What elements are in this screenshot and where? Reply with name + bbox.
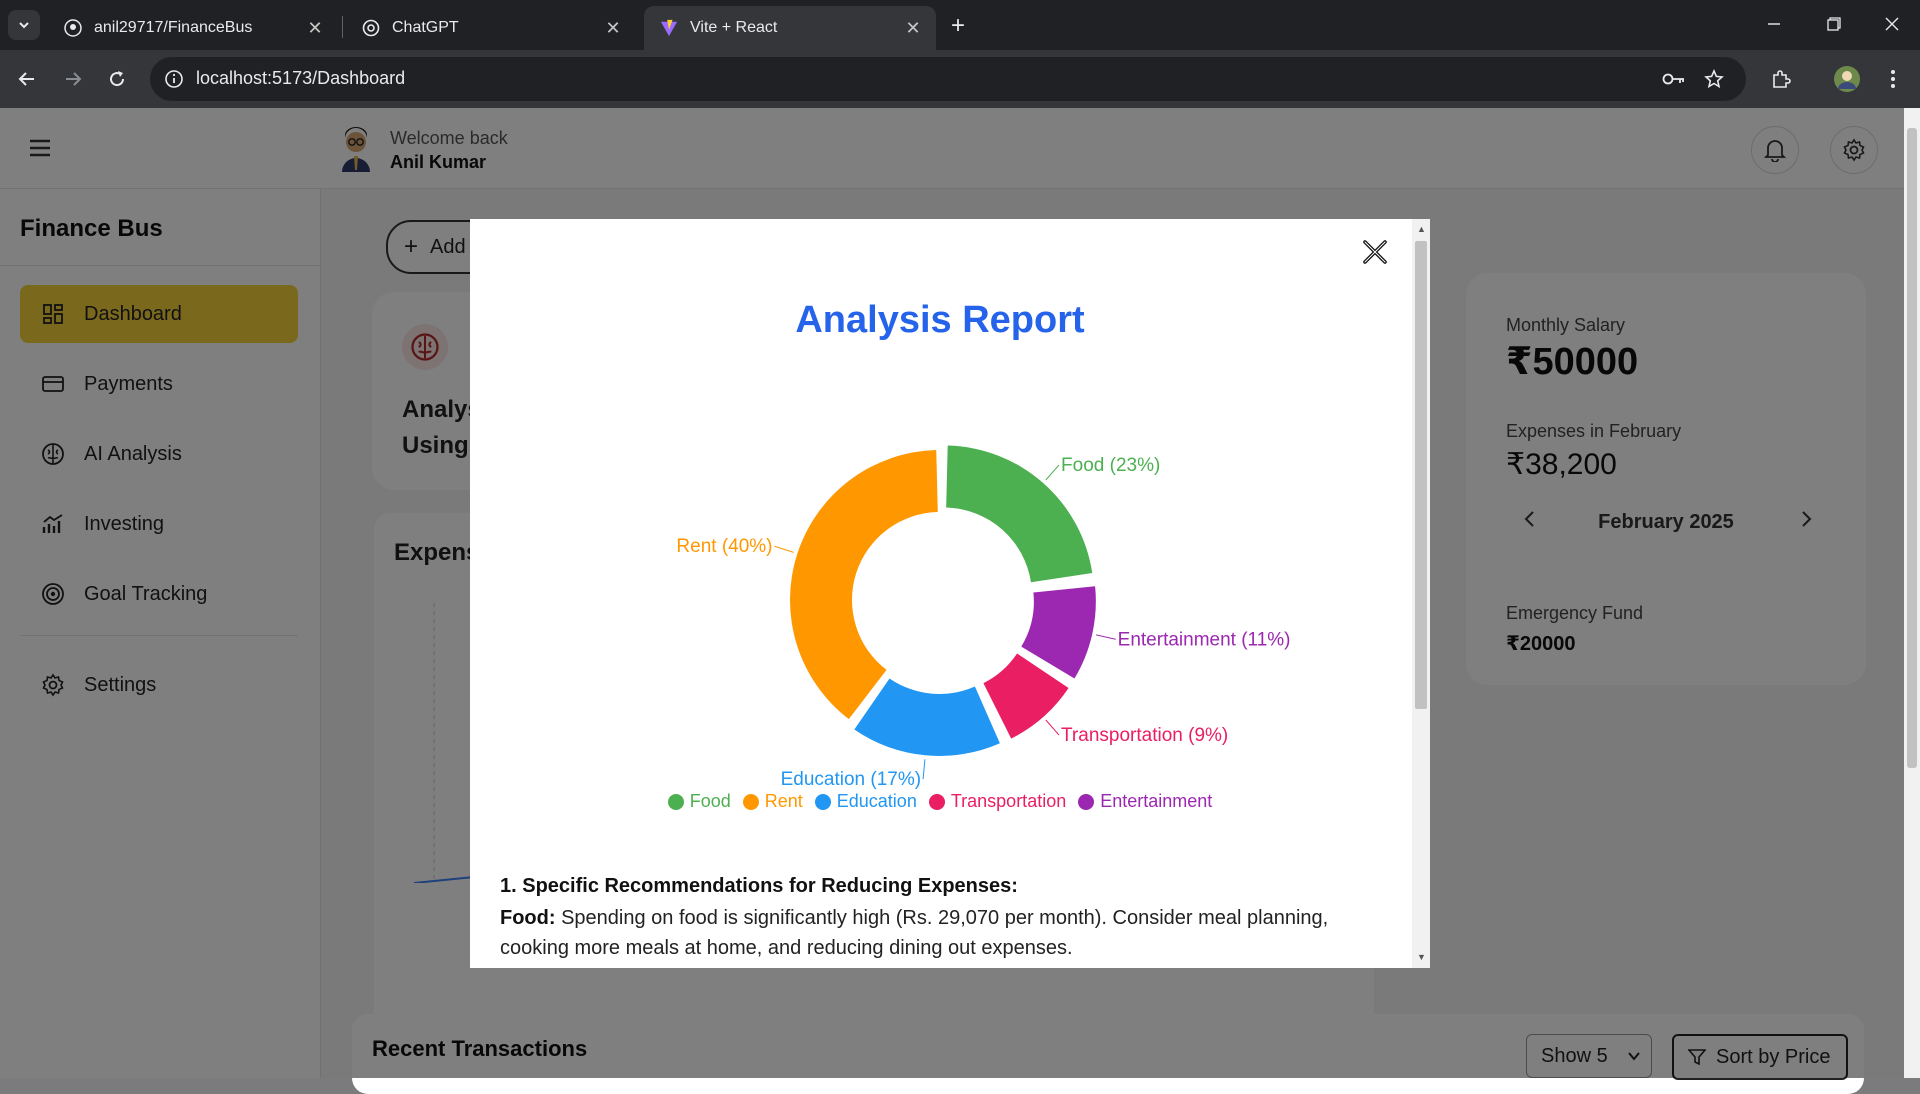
close-icon (1885, 17, 1899, 31)
legend-swatch (928, 793, 945, 810)
puzzle-icon (1773, 70, 1791, 88)
leader-line-entertainment (1096, 634, 1116, 640)
close-modal-button[interactable] (1360, 237, 1390, 267)
leader-line-rent (774, 545, 794, 553)
back-arrow-icon (18, 72, 34, 86)
recommendation-body: Spending on food is significantly high (… (500, 907, 1329, 959)
legend-label: Education (836, 791, 917, 811)
recommendation-label: Food: (500, 907, 556, 929)
analysis-report-modal: Analysis Report Food (23%) Entertainment … (470, 219, 1430, 968)
site-info-icon[interactable] (162, 67, 186, 91)
close-window-button[interactable] (1864, 6, 1920, 42)
slice-label-food: Food (23%) (1061, 455, 1160, 476)
legend-swatch (667, 793, 684, 810)
slice-rent[interactable] (790, 450, 938, 720)
minimize-icon (1768, 23, 1780, 25)
close-tab-icon[interactable]: ✕ (600, 15, 626, 41)
browser-menu-button[interactable] (1876, 62, 1910, 96)
password-key-icon[interactable] (1662, 67, 1686, 91)
scroll-down-arrow-icon[interactable]: ▼ (1417, 953, 1426, 962)
forward-arrow-icon (66, 72, 82, 86)
legend-label: Rent (764, 791, 803, 811)
reload-icon (110, 71, 125, 87)
recommendation-text: Food: Spending on food is significantly … (500, 903, 1360, 963)
new-tab-button[interactable]: + (944, 12, 972, 40)
tab-search-button[interactable] (8, 10, 40, 40)
slice-label-entertainment: Entertainment (11%) (1118, 629, 1291, 650)
legend-item-transportation[interactable]: Transportation (928, 791, 1067, 812)
legend-item-rent[interactable]: Rent (742, 791, 803, 812)
page-scrollbar[interactable] (1904, 108, 1920, 1078)
back-button[interactable] (10, 62, 44, 96)
legend-label: Transportation (950, 791, 1067, 811)
legend-item-food[interactable]: Food (667, 791, 731, 812)
leader-line-food (1045, 464, 1060, 481)
recommendations-heading: 1. Specific Recommendations for Reducing… (500, 875, 1018, 897)
restore-icon (1827, 17, 1841, 31)
modal-scrollbar-thumb[interactable] (1415, 241, 1427, 709)
tab-title: Vite + React (690, 19, 778, 36)
browser-tab-github[interactable]: anil29717/FinanceBus ✕ (48, 6, 338, 50)
browser-tab-chatgpt[interactable]: ChatGPT ✕ (346, 6, 636, 50)
legend-swatch (814, 793, 831, 810)
expense-donut-chart: Food (23%) Entertainment (11%) Transportat… (676, 445, 1291, 789)
page-scrollbar-thumb[interactable] (1907, 128, 1917, 768)
report-title: Analysis Report (795, 299, 1085, 341)
minimize-button[interactable] (1746, 6, 1802, 42)
url-text: localhost:5173/Dashboard (196, 68, 406, 88)
browser-tab-vite[interactable]: Vite + React ✕ (644, 6, 936, 50)
bookmark-star-icon[interactable] (1702, 67, 1726, 91)
reload-button[interactable] (100, 62, 134, 96)
legend-item-entertainment[interactable]: Entertainment (1078, 791, 1212, 812)
slice-label-education: Education (17%) (781, 769, 921, 789)
modal-scrollbar[interactable]: ▲ ▼ (1412, 219, 1430, 968)
browser-tab-bar: anil29717/FinanceBus ✕ ChatGPT ✕ Vite + … (0, 0, 1920, 50)
forward-button[interactable] (56, 62, 90, 96)
legend-swatch (742, 793, 759, 810)
legend-item-education[interactable]: Education (814, 791, 917, 812)
slice-education[interactable] (854, 678, 1000, 756)
chatgpt-icon (362, 19, 380, 37)
leader-line-education (922, 759, 926, 780)
browser-toolbar: localhost:5173/Dashboard (0, 50, 1920, 108)
github-icon (64, 19, 82, 37)
leader-line-transportation (1045, 719, 1060, 736)
tab-title: anil29717/FinanceBus (94, 19, 253, 36)
tab-separator (342, 16, 343, 38)
slice-label-rent: Rent (40%) (676, 536, 772, 557)
close-tab-icon[interactable]: ✕ (302, 15, 328, 41)
legend-swatch (1078, 793, 1095, 810)
profile-button[interactable] (1830, 62, 1864, 96)
chevron-down-icon (19, 22, 29, 29)
legend-label: Entertainment (1100, 791, 1213, 811)
tab-title: ChatGPT (392, 19, 459, 36)
extensions-button[interactable] (1764, 62, 1798, 96)
chart-legend: Food Rent Education Transportation Entertain… (470, 791, 1410, 812)
close-tab-icon[interactable]: ✕ (900, 15, 926, 41)
close-icon (1363, 240, 1387, 264)
kebab-menu-icon (1891, 70, 1895, 88)
legend-label: Food (689, 791, 731, 811)
address-bar[interactable]: localhost:5173/Dashboard (150, 57, 1746, 101)
restore-button[interactable] (1806, 6, 1862, 42)
profile-avatar-icon (1834, 66, 1860, 92)
vite-icon (660, 19, 678, 37)
slice-label-transportation: Transportation (9%) (1061, 725, 1228, 746)
scroll-up-arrow-icon[interactable]: ▲ (1417, 225, 1426, 234)
